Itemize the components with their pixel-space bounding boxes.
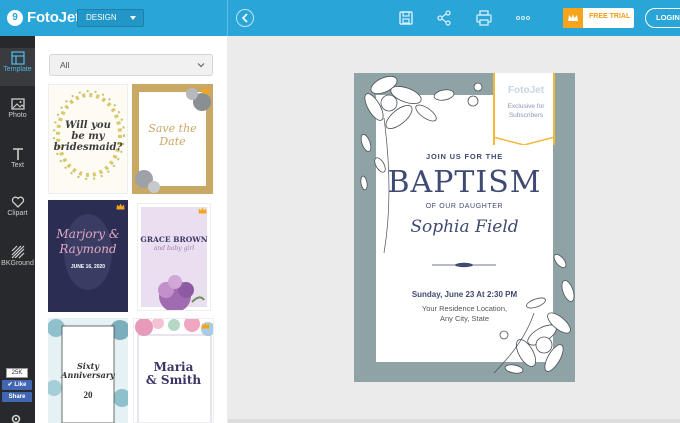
fotojet-logo[interactable]: 9 FotoJet	[7, 9, 80, 26]
template-thumbnail[interactable]: Save the Date	[132, 84, 213, 194]
login-button[interactable]: LOGIN	[645, 8, 680, 28]
rail-label: Photo	[8, 112, 27, 119]
template-thumbnail[interactable]: Will you be my bridesmaid?	[48, 84, 128, 194]
rail-label: Clipart	[7, 210, 28, 217]
template-thumbnail[interactable]: GRACE BROWN and baby girl	[137, 203, 211, 311]
more-icon[interactable]	[514, 9, 532, 27]
premium-crown-icon	[116, 203, 125, 210]
template-title: Will you be my bridesmaid?	[53, 120, 123, 153]
card-subtitle[interactable]: OF OUR DAUGHTER	[354, 203, 575, 210]
heart-icon	[11, 196, 24, 208]
template-icon	[10, 51, 25, 65]
card-title[interactable]: BAPTISM	[354, 165, 575, 200]
chevron-down-icon	[130, 16, 136, 20]
card-location-line1[interactable]: Your Residence Location,	[354, 304, 575, 313]
share-button[interactable]: Share	[2, 392, 32, 402]
gear-icon[interactable]	[10, 413, 22, 423]
like-count: 25K	[6, 368, 28, 378]
card-name[interactable]: Sophia Field	[354, 217, 575, 237]
template-title: Marjory & Raymond	[56, 227, 120, 256]
template-thumbnail[interactable]: Sixty Anniversary 20	[48, 318, 128, 423]
free-trial-button[interactable]: FREE TRIAL	[563, 8, 634, 28]
badge-body: FotoJet Exclusive for Subscribers	[493, 73, 555, 145]
rail-label: Template	[3, 66, 32, 73]
photo-icon	[10, 98, 25, 110]
category-filter[interactable]: All	[49, 54, 213, 76]
rail-label: BKGround	[1, 260, 34, 267]
rail-item-bkground[interactable]: BKGround	[0, 242, 35, 280]
background-icon	[11, 245, 24, 259]
text-icon	[12, 148, 23, 160]
facebook-like-box: 25K ✔ Like Share	[2, 368, 32, 402]
subscriber-badge: FotoJet Exclusive for Subscribers	[493, 73, 555, 145]
rail-item-text[interactable]: Text	[0, 144, 35, 182]
tool-rail: Template Photo Text Clipart BKGround 25K…	[0, 36, 35, 423]
template-title: Sixty Anniversary	[61, 361, 115, 380]
top-bar: 9 FotoJet DESIGN FREE TRIAL LOGIN	[0, 0, 680, 36]
premium-crown-icon	[201, 322, 210, 329]
template-number: 20	[83, 390, 93, 400]
template-panel: All Will you be my bridesmaid? Save the …	[35, 36, 227, 423]
template-subtitle: and baby girl	[153, 245, 195, 252]
card-location-line2[interactable]: Any City, State	[354, 314, 575, 323]
like-button[interactable]: ✔ Like	[2, 380, 32, 390]
share-icon[interactable]	[435, 9, 453, 27]
design-dropdown-label: DESIGN	[86, 13, 117, 22]
free-trial-label: FREE TRIAL	[589, 13, 631, 20]
rail-label: Text	[11, 162, 24, 169]
rail-item-clipart[interactable]: Clipart	[0, 192, 35, 230]
template-title: Save the Date	[148, 122, 197, 148]
template-title: Maria & Smith	[145, 360, 202, 387]
design-dropdown[interactable]: DESIGN	[77, 9, 144, 27]
divider-ornament	[432, 262, 496, 268]
card-date[interactable]: Sunday, June 23 At 2:30 PM	[354, 290, 575, 299]
logo-text: FotoJet	[27, 9, 80, 26]
card-join-text[interactable]: JOIN US FOR THE	[354, 152, 575, 161]
canvas-scrollbar[interactable]	[228, 419, 680, 423]
template-date: JUNE 16, 2020	[70, 264, 106, 270]
template-thumbnail[interactable]: Marjory & Raymond JUNE 16, 2020	[48, 200, 128, 312]
rail-item-template[interactable]: Template	[0, 48, 35, 86]
hydrangea-graphic	[158, 275, 205, 310]
category-filter-value: All	[60, 60, 70, 70]
back-icon[interactable]	[236, 9, 254, 27]
print-icon[interactable]	[475, 9, 493, 27]
save-icon[interactable]	[397, 9, 415, 27]
template-title: GRACE BROWN	[140, 235, 208, 244]
badge-ribbon-shape	[493, 136, 555, 145]
fotojet-logo-icon: 9	[7, 9, 23, 26]
template-thumbnail[interactable]: Maria & Smith	[133, 318, 214, 423]
toolbar-divider	[227, 0, 228, 36]
crown-icon	[563, 8, 583, 28]
rail-item-photo[interactable]: Photo	[0, 94, 35, 132]
chevron-down-icon	[197, 63, 205, 68]
premium-crown-icon	[198, 207, 207, 214]
premium-crown-icon	[201, 87, 210, 94]
